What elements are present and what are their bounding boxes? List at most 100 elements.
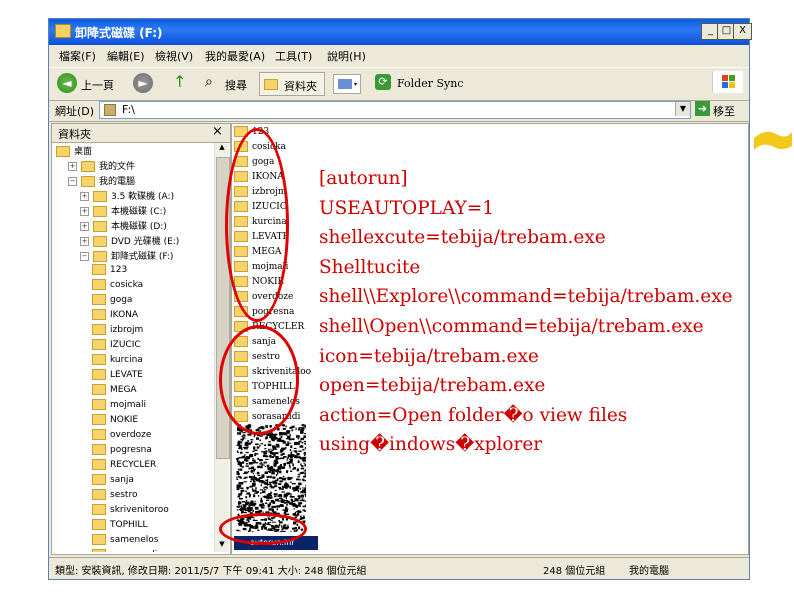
- tree-item[interactable]: sanja: [92, 474, 134, 489]
- tree-item-label: overdoze: [110, 430, 152, 440]
- tree-item[interactable]: + DVD 光碟機 (E:): [80, 234, 179, 249]
- tree-item[interactable]: goga: [92, 294, 132, 309]
- expand-toggle-icon[interactable]: −: [68, 177, 77, 186]
- annotation-ellipse-middle: [219, 325, 299, 435]
- folders-button[interactable]: 資料夾: [259, 72, 325, 96]
- tree-item-label: MEGA: [110, 385, 137, 395]
- expand-toggle-icon[interactable]: +: [80, 222, 89, 231]
- scroll-up-icon[interactable]: ▲: [216, 143, 228, 155]
- folder-icon: [92, 519, 106, 530]
- back-button[interactable]: 上一頁: [81, 77, 114, 93]
- tree-item-label: mojmali: [110, 400, 147, 410]
- go-button[interactable]: 移至: [713, 103, 735, 119]
- folder-tree: 桌面 + 我的文件 − 我的電腦 +3.5 軟碟機 (A:) + 本機磁碟 (C:) + 本機磁碟…: [56, 144, 214, 552]
- scroll-down-icon[interactable]: ▼: [216, 540, 228, 552]
- tree-item-label: pogresna: [110, 445, 152, 455]
- tree-item[interactable]: LEVATE: [92, 369, 143, 384]
- folder-pane-title: 資料夾: [58, 128, 91, 141]
- menu-tools[interactable]: 工具(T): [275, 48, 312, 64]
- tree-item[interactable]: TOPHILL: [92, 519, 147, 534]
- folder-icon: [81, 176, 95, 187]
- expand-toggle-icon[interactable]: +: [80, 192, 89, 201]
- expand-toggle-icon[interactable]: +: [80, 237, 89, 246]
- tree-item-label: kurcina: [110, 355, 143, 365]
- tree-item-label: cosicka: [110, 280, 144, 290]
- menu-help[interactable]: 說明(H): [327, 48, 366, 64]
- tree-item[interactable]: mojmali: [92, 399, 146, 414]
- tree-item-label: skrivenitoroo: [110, 505, 169, 515]
- menu-edit[interactable]: 編輯(E): [107, 48, 145, 64]
- tree-item[interactable]: izbrojm: [92, 324, 143, 339]
- folder-icon: [92, 474, 106, 485]
- address-input[interactable]: F:\ ▼: [99, 101, 691, 119]
- tree-item[interactable]: skrivenitoroo: [92, 504, 169, 519]
- tree-item-label: izbrojm: [110, 325, 144, 335]
- tree-item-label: 卸降式磁碟 (F:): [111, 252, 174, 262]
- folder-icon: [92, 549, 106, 552]
- tree-item[interactable]: sestro: [92, 489, 137, 504]
- tree-item-label: IZUCIC: [110, 340, 141, 350]
- back-arrow-icon[interactable]: ◄: [57, 73, 77, 93]
- autorun-text-line: action=Open folder�o view files: [319, 404, 628, 426]
- title-bar[interactable]: 卸降式磁碟 (F:) _ □ X: [49, 19, 752, 45]
- folder-sync-button[interactable]: Folder Sync: [397, 77, 463, 90]
- tree-item-label: IKONA: [110, 310, 139, 320]
- tree-item[interactable]: 123: [92, 264, 127, 279]
- tree-item[interactable]: samenelos: [92, 534, 158, 549]
- folder-pane: 資料夾 × 桌面 + 我的文件 − 我的電腦 +3.5 軟碟機 (A:) + 本機磁碟 (C:…: [51, 123, 231, 555]
- close-button[interactable]: X: [733, 23, 752, 40]
- tree-item[interactable]: + 我的文件: [68, 159, 135, 174]
- status-info: 類型: 安裝資訊, 修改日期: 2011/5/7 下午 09:41 大小: 24…: [55, 566, 367, 577]
- expand-toggle-icon[interactable]: +: [68, 162, 77, 171]
- tree-item[interactable]: + 本機磁碟 (C:): [80, 204, 166, 219]
- tree-item[interactable]: RECYCLER: [92, 459, 156, 474]
- folder-icon: [92, 384, 106, 395]
- folder-icon: [264, 79, 278, 90]
- menu-view[interactable]: 檢視(V): [155, 48, 193, 64]
- go-arrow-icon[interactable]: ➜: [695, 101, 710, 116]
- tree-item[interactable]: MEGA: [92, 384, 137, 399]
- autorun-text-line: shell\\Explore\\command=tebija/trebam.ex…: [319, 286, 733, 308]
- close-pane-icon[interactable]: ×: [212, 124, 223, 139]
- folder-icon: [92, 369, 106, 380]
- tree-item[interactable]: NOKIE: [92, 414, 138, 429]
- views-button[interactable]: [333, 74, 361, 94]
- folder-icon: [93, 221, 107, 232]
- chevron-down-icon[interactable]: ▼: [675, 102, 690, 116]
- tree-item-label: sanja: [110, 475, 134, 485]
- up-folder-icon[interactable]: ↑: [173, 72, 186, 91]
- tree-item[interactable]: +3.5 軟碟機 (A:): [80, 189, 174, 204]
- forward-arrow-icon[interactable]: ►: [133, 73, 153, 93]
- folder-icon: [92, 459, 106, 470]
- expand-toggle-icon[interactable]: +: [80, 207, 89, 216]
- search-button[interactable]: 搜尋: [225, 77, 247, 93]
- toolbar: ◄ 上一頁 ► ↑ ⌕ 搜尋 資料夾 ⟳ Folder Sync: [49, 67, 749, 101]
- address-label: 網址(D): [55, 105, 95, 118]
- tree-item[interactable]: IZUCIC: [92, 339, 141, 354]
- tree-item[interactable]: pogresna: [92, 444, 152, 459]
- tree-item-label: sestro: [110, 490, 138, 500]
- address-bar: 網址(D) F:\ ▼ ➜ 移至: [49, 99, 749, 122]
- status-size: 248 個位元組: [543, 566, 606, 577]
- folder-icon: [92, 354, 106, 365]
- menu-file[interactable]: 檔案(F): [59, 48, 96, 64]
- tree-item[interactable]: kurcina: [92, 354, 143, 369]
- tree-item[interactable]: − 卸降式磁碟 (F:): [80, 249, 173, 264]
- tree-item[interactable]: 桌面: [56, 144, 92, 159]
- folder-icon: [93, 206, 107, 217]
- tree-item[interactable]: overdoze: [92, 429, 151, 444]
- tree-item[interactable]: + 本機磁碟 (D:): [80, 219, 167, 234]
- status-location: 我的電腦: [629, 566, 669, 577]
- tree-item[interactable]: − 我的電腦: [68, 174, 135, 189]
- tree-item-label: 桌面: [74, 147, 93, 157]
- status-bar: 類型: 安裝資訊, 修改日期: 2011/5/7 下午 09:41 大小: 24…: [49, 557, 749, 578]
- tree-item[interactable]: sorasarudi: [92, 549, 157, 552]
- tree-item-label: samenelos: [110, 535, 159, 545]
- folder-icon: [93, 251, 107, 262]
- tree-item[interactable]: IKONA: [92, 309, 138, 324]
- annotation-ellipse-top: [225, 128, 289, 322]
- tree-item-label: LEVATE: [110, 370, 143, 380]
- expand-toggle-icon[interactable]: −: [80, 252, 89, 261]
- tree-item[interactable]: cosicka: [92, 279, 143, 294]
- menu-favorites[interactable]: 我的最愛(A): [205, 48, 265, 64]
